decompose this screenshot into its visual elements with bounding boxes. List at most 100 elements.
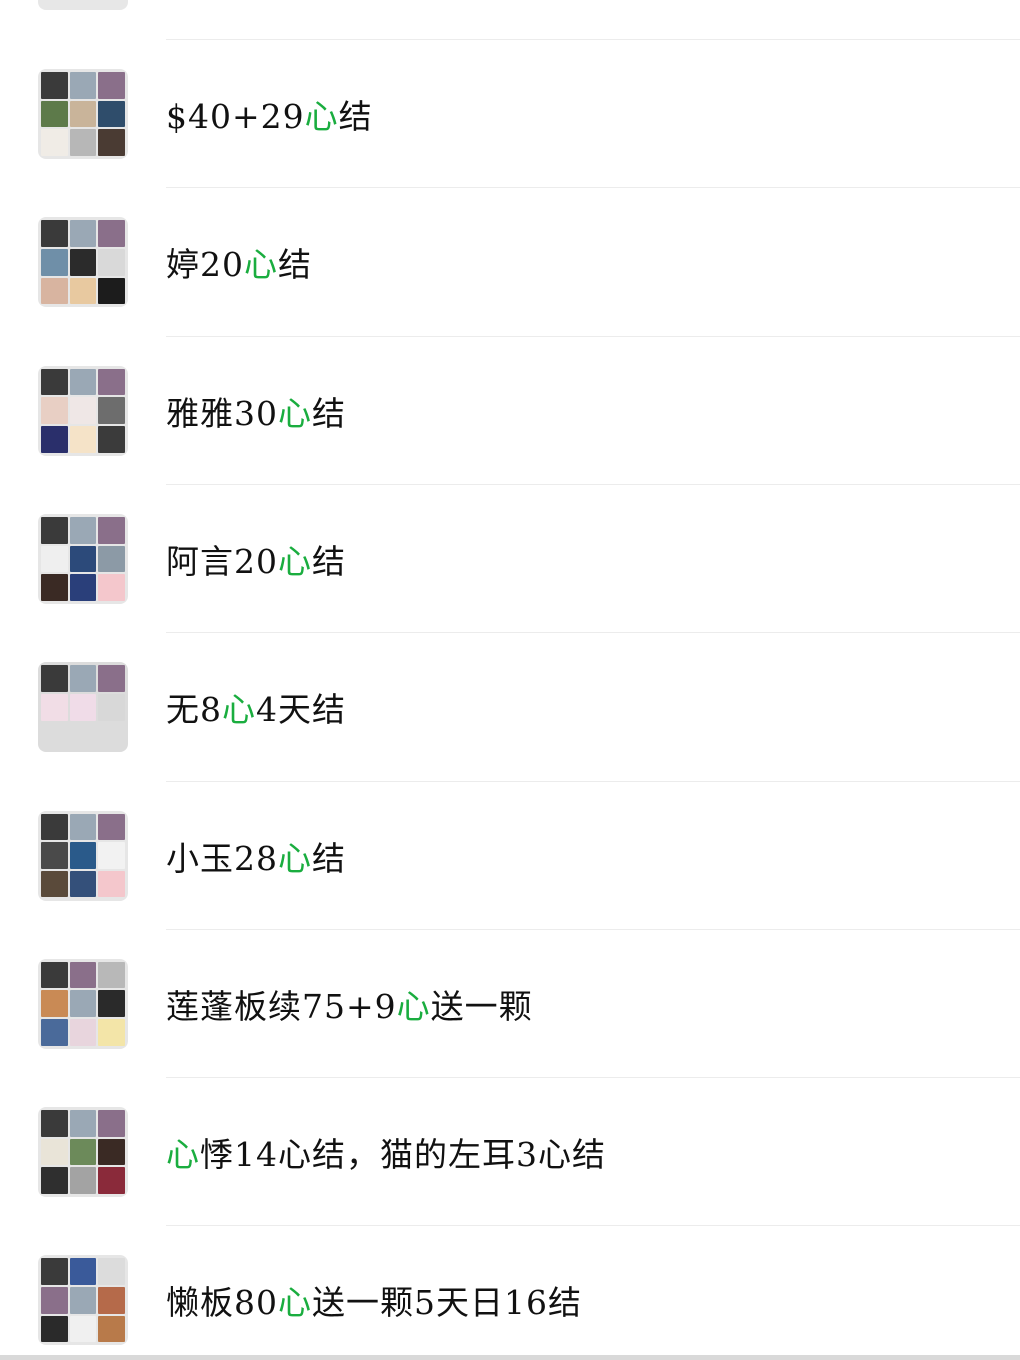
chat-name-text: 婷20 xyxy=(166,245,244,285)
avatar-tile xyxy=(41,425,68,453)
avatar-tile xyxy=(98,1315,125,1343)
avatar-tile xyxy=(41,1167,68,1195)
avatar-tile xyxy=(98,277,125,305)
chat-name-text: 结 xyxy=(338,97,373,136)
row-divider xyxy=(166,632,1020,634)
avatar-tile xyxy=(98,722,125,750)
avatar-tile xyxy=(69,248,97,276)
avatar-tile xyxy=(41,1315,68,1343)
chat-list-item[interactable]: 婷20心结 xyxy=(0,188,1020,336)
avatar-tile xyxy=(98,693,125,721)
avatar-tile xyxy=(41,842,68,869)
avatar-tile xyxy=(41,722,68,750)
avatar-tile xyxy=(69,277,97,305)
avatar-tile xyxy=(69,813,97,841)
avatar-tile xyxy=(98,72,125,99)
chat-name-text: 小玉28 xyxy=(166,838,278,878)
row-divider xyxy=(166,1225,1020,1227)
chat-name-text: $40+29 xyxy=(166,97,305,136)
chat-name-text: 送一颗 xyxy=(430,986,533,1026)
group-avatar-icon[interactable] xyxy=(38,513,128,604)
chat-name-text: 结 xyxy=(312,838,346,878)
avatar-tile xyxy=(41,961,68,989)
chat-list-item[interactable]: 莲蓬板续75+9心送一颗 xyxy=(0,930,1020,1078)
group-avatar-icon[interactable] xyxy=(38,69,128,159)
avatar-tile xyxy=(69,1258,97,1286)
avatar-tile xyxy=(69,129,97,156)
avatar-tile xyxy=(41,545,68,573)
row-divider xyxy=(166,187,1020,189)
avatar-tile xyxy=(41,1019,68,1046)
chat-name: 小玉28心结 xyxy=(166,832,346,880)
avatar-tile xyxy=(98,397,125,424)
avatar-tile xyxy=(98,1019,125,1046)
group-avatar-icon[interactable] xyxy=(38,1107,128,1198)
avatar-tile xyxy=(69,368,97,396)
avatar-tile xyxy=(69,397,97,424)
avatar-tile xyxy=(98,842,125,869)
avatar-tile xyxy=(69,72,97,99)
chat-list-item[interactable]: 雅雅30心结 xyxy=(0,337,1020,485)
avatar-tile xyxy=(69,722,97,750)
avatar-tile xyxy=(69,1019,97,1046)
avatar-tile xyxy=(69,693,97,721)
chat-list-item[interactable]: 心悸14心结，猫的左耳3心结 xyxy=(0,1078,1020,1226)
chat-name-text: 4天结 xyxy=(256,690,346,730)
avatar-tile xyxy=(41,574,68,601)
avatar-tile xyxy=(41,397,68,424)
avatar-tile xyxy=(69,574,97,601)
group-avatar-icon[interactable] xyxy=(38,217,128,308)
avatar-tile xyxy=(98,961,125,989)
group-avatar-icon[interactable] xyxy=(38,1255,128,1346)
group-avatar-icon[interactable] xyxy=(38,365,128,456)
avatar-tile xyxy=(41,1138,68,1166)
chat-name-text: 送一颗5天日16结 xyxy=(312,1283,582,1323)
avatar-tile xyxy=(98,870,125,898)
chat-list-item[interactable]: 无8心4天结 xyxy=(0,633,1020,781)
group-avatar-icon[interactable] xyxy=(38,958,128,1049)
avatar-tile xyxy=(41,1258,68,1286)
chat-list-item[interactable]: 小玉28心结 xyxy=(0,782,1020,930)
chat-name: 无8心4天结 xyxy=(166,683,346,731)
avatar-tile xyxy=(98,129,125,156)
chat-name-text: 雅雅30 xyxy=(166,393,278,433)
heart-glyph: 心 xyxy=(396,986,431,1026)
row-divider xyxy=(166,39,1020,40)
avatar-tile xyxy=(69,1110,97,1137)
chat-name: $40+29心结 xyxy=(166,90,373,138)
chat-list-item[interactable]: 懒板80心送一颗5天日16结 xyxy=(0,1226,1020,1360)
group-avatar-icon[interactable] xyxy=(38,662,128,753)
chat-name-text: 悸14心结，猫的左耳3心结 xyxy=(200,1135,606,1175)
chat-name-text: 懒板80 xyxy=(166,1283,278,1323)
avatar-tile xyxy=(69,665,97,692)
chat-list-item[interactable]: $40+29心结 xyxy=(0,40,1020,188)
avatar-tile xyxy=(41,1110,68,1137)
avatar-tile xyxy=(41,665,68,692)
heart-glyph: 心 xyxy=(278,393,312,433)
avatar-tile xyxy=(41,129,68,156)
heart-glyph: 心 xyxy=(304,97,339,136)
bottom-edge xyxy=(0,1355,1020,1360)
chat-list-item[interactable]: 阿言20心结 xyxy=(0,485,1020,633)
avatar-tile xyxy=(41,277,68,305)
group-avatar-icon[interactable] xyxy=(38,810,128,901)
avatar-tile xyxy=(98,100,125,128)
heart-glyph: 心 xyxy=(244,245,278,285)
avatar-tile xyxy=(69,870,97,898)
avatar-tile xyxy=(98,516,125,544)
group-avatar-icon[interactable] xyxy=(38,0,128,10)
avatar-tile xyxy=(69,1287,97,1314)
avatar-tile xyxy=(41,813,68,841)
avatar-tile xyxy=(98,220,125,247)
row-divider xyxy=(166,928,1020,930)
avatar-tile xyxy=(41,368,68,396)
avatar-tile xyxy=(98,1287,125,1314)
avatar-tile xyxy=(41,72,68,99)
heart-glyph: 心 xyxy=(278,541,312,581)
row-divider xyxy=(166,1077,1020,1079)
avatar-tile xyxy=(41,990,68,1018)
chat-name-text: 结 xyxy=(312,541,346,581)
chat-name-text: 阿言20 xyxy=(166,541,278,581)
avatar-tile xyxy=(98,813,125,841)
avatar-tile xyxy=(69,545,97,573)
